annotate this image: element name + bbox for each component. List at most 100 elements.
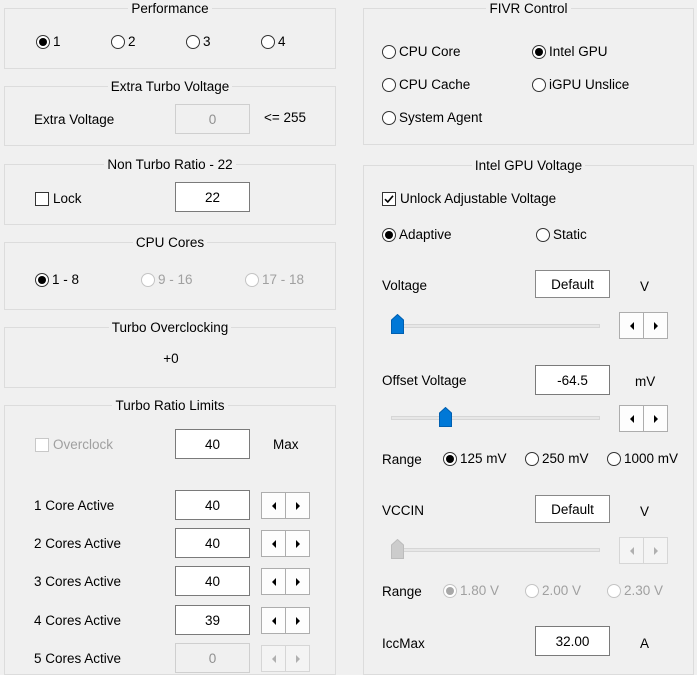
overclock-value-field[interactable]: 40 [175, 429, 250, 459]
core-active-field-4[interactable]: 39 [175, 605, 250, 635]
radio-circle [443, 451, 457, 466]
mode-radio-adaptive[interactable]: Adaptive [382, 226, 452, 243]
decrement-button[interactable] [261, 492, 286, 519]
cpu-cores-radio-17-18[interactable]: 17 - 18 [245, 271, 304, 288]
increment-button[interactable] [285, 645, 310, 672]
radio-circle [261, 34, 275, 49]
offset-voltage-label: Offset Voltage [382, 373, 467, 388]
increment-button[interactable] [643, 405, 668, 432]
extra-voltage-field[interactable]: 0 [175, 104, 250, 134]
core-active-field-5[interactable]: 0 [175, 643, 250, 673]
voltage-default-button[interactable]: Default [535, 270, 610, 298]
core-active-label-2: 2 Cores Active [34, 536, 122, 551]
core-active-label-3: 3 Cores Active [34, 574, 122, 589]
radio-circle [36, 34, 50, 49]
decrement-button[interactable] [261, 568, 286, 595]
max-label: Max [273, 437, 299, 452]
vccin-spinner [619, 537, 668, 564]
core-active-spinner-5 [261, 645, 310, 672]
iccmax-unit: A [640, 636, 650, 651]
radio-circle [536, 227, 550, 242]
performance-radio-1[interactable]: 1 [36, 33, 61, 50]
arrow-right-icon [653, 546, 658, 555]
turbo-overclocking-value: +0 [163, 351, 179, 366]
vccin-range-radio-2-00[interactable]: 2.00 V [525, 582, 581, 599]
arrow-left-icon [629, 414, 634, 423]
core-active-field-1[interactable]: 40 [175, 490, 250, 520]
vccin-slider-track[interactable] [391, 548, 600, 552]
arrow-left-icon [271, 616, 276, 625]
core-active-field-2[interactable]: 40 [175, 528, 250, 558]
increment-button[interactable] [643, 537, 668, 564]
arrow-left-icon [629, 321, 634, 330]
arrow-left-icon [629, 546, 634, 555]
decrement-button[interactable] [261, 645, 286, 672]
increment-button[interactable] [285, 492, 310, 519]
range-radio-1000mv[interactable]: 1000 mV [607, 450, 678, 467]
checkbox-box [35, 191, 49, 206]
turbo-overclocking-title: Turbo Overclocking [108, 320, 232, 335]
performance-radio-3[interactable]: 3 [186, 33, 211, 50]
range-radio-250mv[interactable]: 250 mV [525, 450, 589, 467]
arrow-right-icon [295, 577, 300, 586]
unlock-voltage-checkbox[interactable]: Unlock Adjustable Voltage [382, 190, 556, 207]
voltage-slider-track[interactable] [391, 324, 600, 328]
fivr-radio-cpu-cache[interactable]: CPU Cache [382, 76, 470, 93]
radio-circle [111, 34, 125, 49]
vccin-unit: V [640, 504, 650, 519]
fivr-control-title: FIVR Control [486, 1, 571, 16]
vccin-range-radio-1-80[interactable]: 1.80 V [443, 582, 499, 599]
intel-gpu-voltage-title: Intel GPU Voltage [471, 158, 586, 173]
iccmax-label: IccMax [382, 636, 425, 651]
vccin-range-label: Range [382, 584, 422, 599]
cpu-cores-radio-1-8[interactable]: 1 - 8 [35, 271, 79, 288]
performance-title: Performance [128, 1, 212, 16]
iccmax-field[interactable]: 32.00 [535, 626, 610, 656]
fivr-radio-cpu-core[interactable]: CPU Core [382, 43, 461, 60]
extra-voltage-limit: <= 255 [264, 110, 307, 125]
increment-button[interactable] [285, 607, 310, 634]
cpu-cores-radio-9-16[interactable]: 9 - 16 [141, 271, 193, 288]
voltage-unit: V [640, 279, 650, 294]
arrow-left-icon [271, 501, 276, 510]
vccin-label: VCCIN [382, 503, 425, 518]
core-active-spinner-3 [261, 568, 310, 595]
decrement-button[interactable] [619, 312, 644, 339]
core-active-field-3[interactable]: 40 [175, 566, 250, 596]
fivr-radio-igpu-unslice[interactable]: iGPU Unslice [532, 76, 629, 93]
non-turbo-ratio-title: Non Turbo Ratio - 22 [104, 157, 236, 172]
arrow-right-icon [295, 616, 300, 625]
voltage-spinner [619, 312, 668, 339]
voltage-slider-thumb[interactable] [391, 314, 404, 334]
arrow-right-icon [295, 654, 300, 663]
overclock-checkbox[interactable]: Overclock [35, 436, 113, 453]
performance-radio-4[interactable]: 4 [261, 33, 286, 50]
radio-circle [382, 227, 396, 242]
offset-slider-track[interactable] [391, 416, 600, 420]
increment-button[interactable] [285, 568, 310, 595]
vccin-default-button[interactable]: Default [535, 495, 610, 523]
radio-circle [35, 272, 49, 287]
cpu-cores-title: CPU Cores [132, 235, 208, 250]
offset-range-label: Range [382, 452, 422, 467]
decrement-button[interactable] [261, 607, 286, 634]
arrow-left-icon [271, 654, 276, 663]
mode-radio-static[interactable]: Static [536, 226, 587, 243]
range-radio-125mv[interactable]: 125 mV [443, 450, 507, 467]
lock-checkbox[interactable]: Lock [35, 190, 82, 207]
offset-slider-thumb[interactable] [439, 407, 452, 427]
increment-button[interactable] [643, 312, 668, 339]
radio-circle [141, 272, 155, 287]
decrement-button[interactable] [619, 537, 644, 564]
decrement-button[interactable] [261, 530, 286, 557]
fivr-radio-intel-gpu[interactable]: Intel GPU [532, 43, 608, 60]
decrement-button[interactable] [619, 405, 644, 432]
core-active-spinner-1 [261, 492, 310, 519]
offset-voltage-field[interactable]: -64.5 [535, 365, 610, 395]
vccin-range-radio-2-30[interactable]: 2.30 V [607, 582, 663, 599]
vccin-slider-thumb[interactable] [391, 539, 404, 559]
performance-radio-2[interactable]: 2 [111, 33, 136, 50]
fivr-radio-system-agent[interactable]: System Agent [382, 109, 482, 126]
increment-button[interactable] [285, 530, 310, 557]
non-turbo-ratio-field[interactable]: 22 [175, 182, 250, 212]
